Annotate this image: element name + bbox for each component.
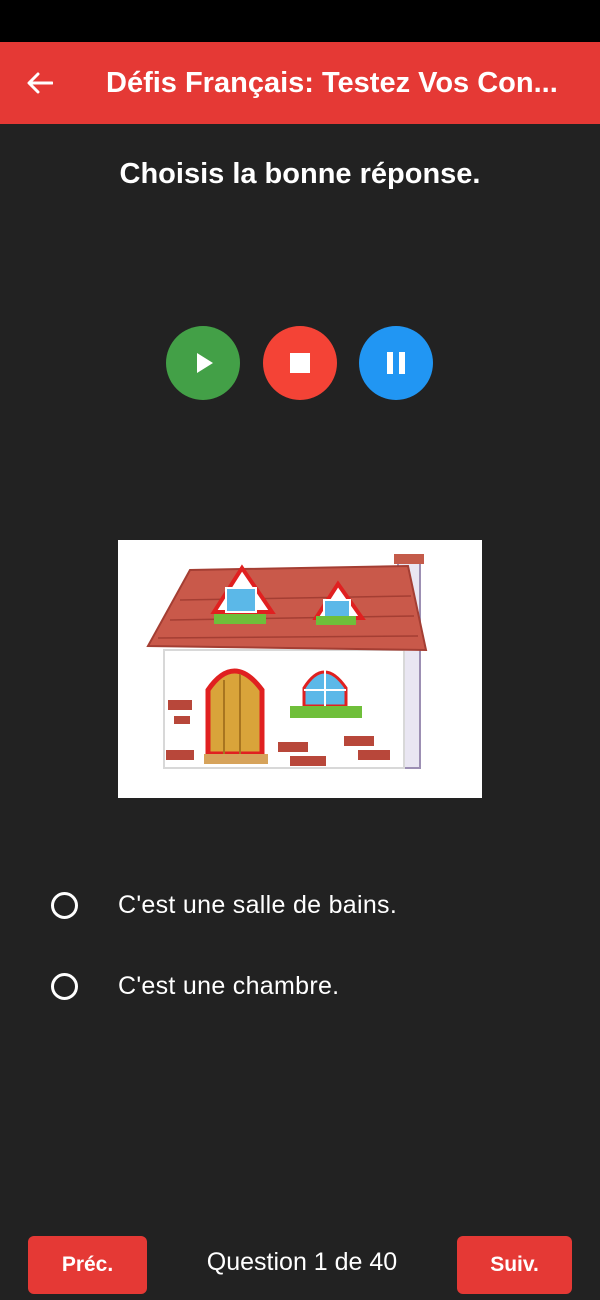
radio-button[interactable] xyxy=(51,972,78,1000)
answer-option-label: C'est une salle de bains. xyxy=(118,890,398,919)
next-button[interactable]: Suiv. xyxy=(457,1236,572,1294)
answer-option[interactable]: C'est une salle de bains. xyxy=(0,880,600,930)
answer-option-label: C'est une chambre. xyxy=(118,971,340,1000)
stop-icon xyxy=(290,353,310,373)
audio-controls xyxy=(0,326,600,400)
play-button[interactable] xyxy=(166,326,240,400)
question-counter: Question 1 de 40 xyxy=(206,1248,398,1276)
radio-button[interactable] xyxy=(51,891,78,919)
question-prompt: Choisis la bonne réponse. xyxy=(119,158,481,190)
previous-button[interactable]: Préc. xyxy=(28,1236,147,1294)
app-title: Défis Français: Testez Vos Con... xyxy=(106,66,558,99)
play-icon xyxy=(197,353,213,373)
stop-button[interactable] xyxy=(263,326,337,400)
answer-option[interactable]: C'est une chambre. xyxy=(0,961,600,1011)
back-button[interactable] xyxy=(0,42,80,124)
arrow-left-icon xyxy=(27,72,53,94)
app-bar: Défis Français: Testez Vos Con... xyxy=(0,42,600,124)
status-bar xyxy=(0,0,600,42)
pause-button[interactable] xyxy=(359,326,433,400)
pause-icon xyxy=(387,352,405,374)
house-illustration xyxy=(118,540,482,798)
